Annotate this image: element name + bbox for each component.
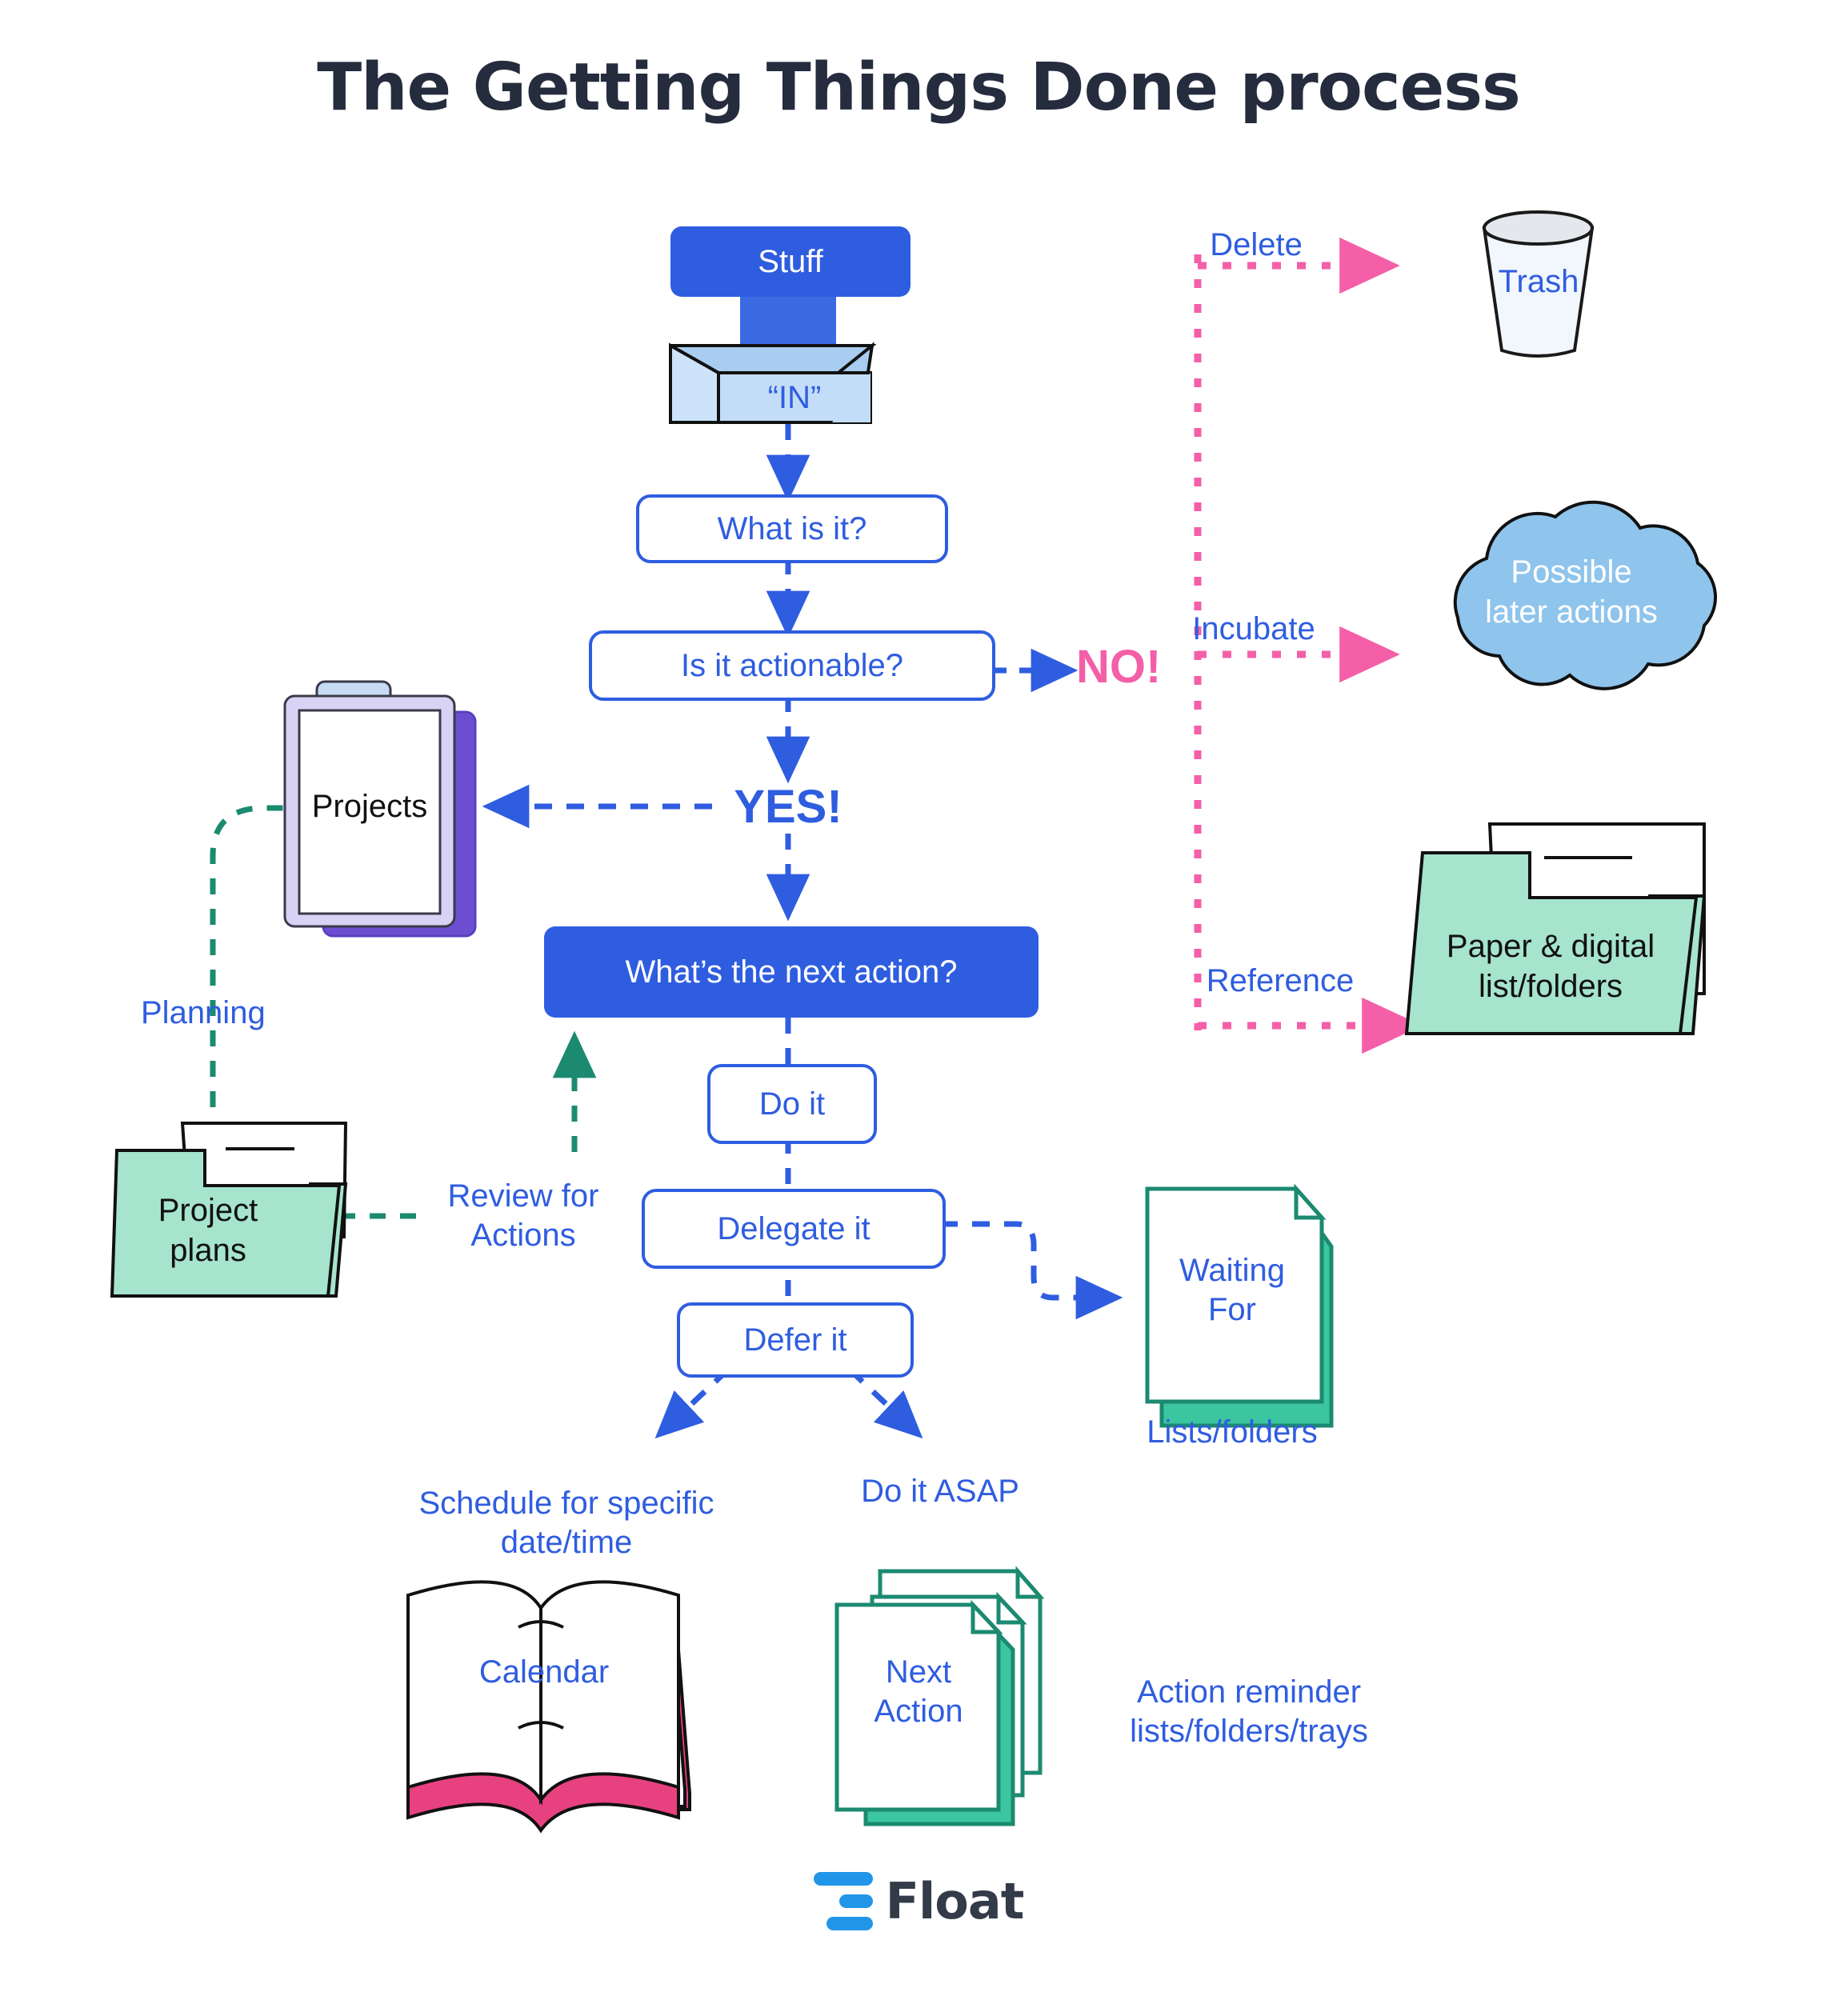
node-stuff[interactable]: Stuff [670, 226, 910, 297]
node-waiting-for-label: Waiting For [1179, 1253, 1285, 1327]
node-is-it-actionable-label: Is it actionable? [681, 647, 903, 683]
node-defer-it-label: Defer it [743, 1322, 847, 1358]
node-next-action[interactable]: Next Action [848, 1640, 989, 1744]
node-stuff-label: Stuff [758, 243, 823, 279]
node-projects[interactable]: Projects [299, 782, 440, 830]
node-trash[interactable]: Trash [1471, 260, 1607, 303]
node-what-is-it-label: What is it? [717, 510, 867, 546]
float-logo-bars-icon [813, 1872, 873, 1930]
node-next-action-question-label: What’s the next action? [625, 954, 958, 990]
node-project-plans[interactable]: Project plans [120, 1182, 296, 1278]
node-trash-label: Trash [1498, 263, 1579, 299]
node-possible-later-actions[interactable]: Possible later actions [1419, 544, 1723, 640]
caption-do-it-asap: Do it ASAP [861, 1474, 1019, 1509]
label-review-for-actions: Review for Actions [447, 1178, 599, 1253]
node-calendar-label: Calendar [478, 1654, 610, 1690]
label-planning: Planning [141, 995, 266, 1030]
float-wordmark: Float [885, 1872, 1025, 1930]
label-delete: Delete [1210, 227, 1303, 262]
delegate-to-waiting-arrow [940, 1221, 1123, 1320]
node-is-it-actionable[interactable]: Is it actionable? [589, 630, 995, 701]
caption-schedule: Schedule for specific date/time [418, 1485, 714, 1560]
float-logo[interactable]: Float [0, 1872, 1837, 1930]
node-project-plans-label: Project plans [158, 1193, 258, 1268]
label-yes: YES! [734, 780, 842, 833]
planning-connector [210, 805, 285, 1138]
node-in-label: “IN” [767, 379, 822, 415]
caption-action-reminder: Action reminder lists/folders/trays [1130, 1674, 1368, 1749]
node-delegate-it[interactable]: Delegate it [642, 1189, 946, 1269]
node-calendar[interactable]: Calendar [448, 1650, 640, 1694]
node-defer-it[interactable]: Defer it [677, 1302, 914, 1378]
caption-lists-folders: Lists/folders [1147, 1414, 1318, 1450]
node-paper-digital[interactable]: Paper & digital list/folders [1415, 918, 1687, 1014]
page-title: The Getting Things Done process [317, 50, 1521, 126]
node-do-it[interactable]: Do it [707, 1064, 877, 1144]
label-reference: Reference [1206, 963, 1355, 998]
diagram-canvas: The Getting Things Done process Stuff “I… [0, 0, 1837, 2016]
node-waiting-for[interactable]: Waiting For [1152, 1238, 1312, 1342]
node-projects-label: Projects [311, 789, 428, 824]
node-delegate-it-label: Delegate it [717, 1210, 870, 1246]
node-what-is-it[interactable]: What is it? [636, 494, 948, 563]
node-next-action-label: Next Action [874, 1654, 963, 1729]
node-possible-later-actions-label: Possible later actions [1485, 554, 1658, 630]
node-paper-digital-label: Paper & digital list/folders [1446, 929, 1655, 1004]
label-incubate: Incubate [1192, 611, 1315, 646]
calendar-book-icon [406, 1580, 691, 1834]
node-do-it-label: Do it [758, 1086, 826, 1122]
node-next-action-question[interactable]: What’s the next action? [544, 926, 1039, 1018]
